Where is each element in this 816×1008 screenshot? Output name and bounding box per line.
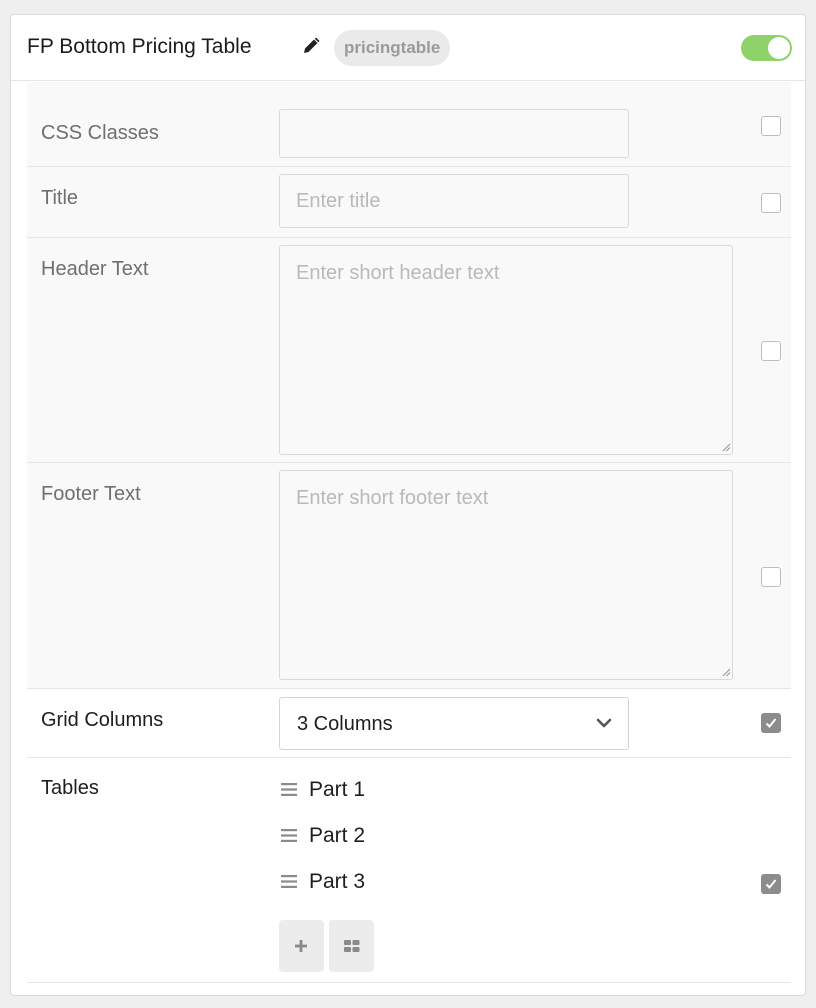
footer-text-row: Footer Text [27, 463, 791, 689]
header-text-label: Header Text [41, 258, 149, 280]
panel-header: FP Bottom Pricing Table pricingtable [11, 15, 805, 81]
css-classes-label: CSS Classes [41, 122, 159, 144]
select-table-button[interactable] [329, 920, 374, 972]
table-item-name: Part 2 [309, 824, 366, 847]
css-classes-input[interactable] [279, 109, 629, 158]
toggle-knob [768, 37, 790, 59]
resize-handle-icon[interactable] [721, 442, 731, 452]
enabled-toggle[interactable] [741, 35, 792, 61]
footer-text-textarea[interactable] [279, 470, 733, 680]
tables-label: Tables [41, 777, 99, 799]
grid-columns-label: Grid Columns [41, 709, 164, 731]
title-input[interactable] [279, 174, 629, 228]
grid-columns-row: Grid Columns 3 Columns [27, 689, 791, 758]
drag-handle-icon[interactable] [280, 828, 298, 843]
drag-handle-icon[interactable] [280, 874, 298, 889]
checkmark-icon [765, 879, 777, 889]
footer-text-label: Footer Text [41, 483, 141, 505]
header-text-textarea[interactable] [279, 245, 733, 455]
header-text-row: Header Text [27, 238, 791, 463]
grid-columns-value: 3 Columns [297, 713, 393, 735]
panel-title: FP Bottom Pricing Table [27, 35, 252, 58]
grid-columns-checkbox[interactable] [761, 713, 781, 733]
grid-columns-select[interactable]: 3 Columns [279, 697, 629, 750]
component-type-badge: pricingtable [334, 30, 451, 66]
chevron-down-icon [596, 718, 612, 728]
tables-checkbox[interactable] [761, 874, 781, 894]
css-classes-row: CSS Classes [27, 82, 791, 167]
title-label: Title [41, 187, 79, 209]
checkmark-icon [765, 718, 777, 728]
tables-row: Tables Part 1 Part 2 Part 3 [27, 758, 791, 983]
plus-icon [295, 940, 307, 952]
css-classes-checkbox[interactable] [761, 116, 781, 136]
grid-icon [344, 940, 360, 952]
resize-handle-icon[interactable] [721, 667, 731, 677]
pricing-table-panel: FP Bottom Pricing Table pricingtable CSS… [10, 14, 806, 996]
table-item-name: Part 3 [309, 870, 366, 893]
pencil-icon[interactable] [302, 37, 320, 55]
title-checkbox[interactable] [761, 193, 781, 213]
footer-text-checkbox[interactable] [761, 567, 781, 587]
header-text-checkbox[interactable] [761, 341, 781, 361]
add-table-button[interactable] [279, 920, 324, 972]
title-row: Title [27, 167, 791, 238]
table-item-name: Part 1 [309, 778, 366, 801]
drag-handle-icon[interactable] [280, 782, 298, 797]
